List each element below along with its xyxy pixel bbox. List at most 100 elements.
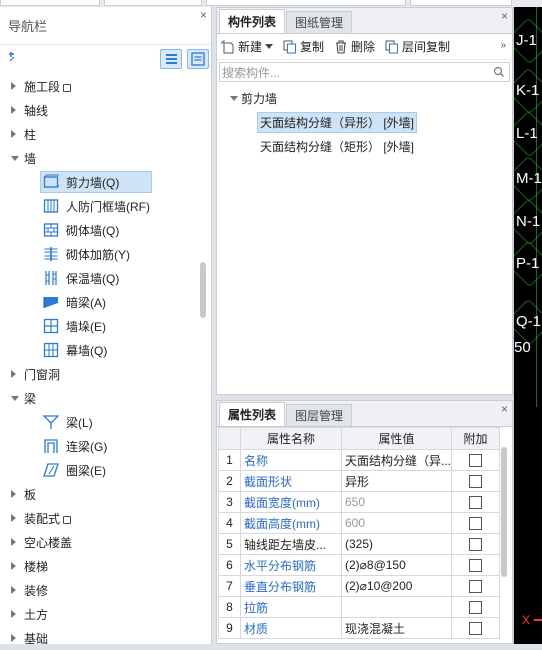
chevron-right-icon[interactable] [11, 562, 16, 570]
drawing-canvas[interactable]: J-1 K-1 L-1 M-1 N-1 P-1 Q-1 50 X [514, 7, 542, 644]
nav-item-hollow-floor[interactable]: 空心楼盖 [0, 530, 200, 554]
tree-group-shear-wall[interactable]: 剪力墙 [217, 86, 512, 110]
table-row[interactable]: 3 截面宽度(mm) 650 [218, 491, 500, 513]
lock-icon [63, 83, 72, 92]
nav-close-icon[interactable]: × [200, 8, 207, 22]
nav-item-wall-pier[interactable]: 墙垛(E) [0, 314, 200, 338]
chevron-down-icon[interactable] [230, 96, 238, 101]
component-tabs: 构件列表 图纸管理 × [217, 8, 512, 34]
search-icon[interactable] [493, 66, 505, 78]
chevron-right-icon[interactable] [11, 634, 16, 642]
nav-item-beam-l[interactable]: 梁(L) [0, 410, 200, 434]
masonry-rebar-icon [44, 247, 58, 261]
chevron-right-icon[interactable] [11, 538, 16, 546]
property-value[interactable]: 现浇混凝土 [341, 617, 452, 639]
nav-item-ring-beam[interactable]: 圈梁(E) [0, 458, 200, 482]
nav-item-masonry-wall[interactable]: 砌体墙(Q) [0, 218, 200, 242]
beam-icon [43, 415, 59, 429]
detail-view-button[interactable] [187, 49, 209, 69]
table-row[interactable]: 5 轴线距左墙皮... (325) [218, 533, 500, 555]
nav-item-doors-windows[interactable]: 门窗洞 [0, 362, 200, 386]
chevron-right-icon[interactable] [11, 610, 16, 618]
new-button[interactable]: 新建 [221, 38, 274, 55]
table-row[interactable]: 2 截面形状 异形 [218, 470, 500, 492]
property-value[interactable]: 异形 [341, 470, 452, 492]
nav-item-shear-wall[interactable]: 剪力墙(Q) [0, 170, 200, 194]
property-value[interactable]: 650 [341, 491, 452, 513]
chevron-down-icon[interactable] [11, 396, 19, 401]
extra-checkbox[interactable] [469, 559, 482, 573]
nav-item-masonry-reinforcement[interactable]: 砌体加筋(Y) [0, 242, 200, 266]
top-strip [0, 0, 542, 7]
nav-item-prefabricated[interactable]: 装配式 [0, 506, 200, 530]
axis-label: Q-1 [514, 298, 542, 346]
nav-item-insulation-wall[interactable]: 保温墙(Q) [0, 266, 200, 290]
nav-item-slab[interactable]: 板 [0, 482, 200, 506]
extra-checkbox[interactable] [469, 517, 482, 531]
tab-drawing-management[interactable]: 图纸管理 [286, 11, 353, 33]
nav-item-earthwork[interactable]: 土方 [0, 602, 200, 626]
floor-copy-icon [385, 40, 399, 53]
copy-button[interactable]: 复制 [283, 38, 324, 55]
component-panel-close-icon[interactable]: × [501, 9, 508, 23]
extra-checkbox[interactable] [469, 496, 482, 510]
chevron-right-icon[interactable] [11, 586, 16, 594]
table-row[interactable]: 6 水平分布钢筋 (2)⌀8@150 [218, 554, 500, 576]
table-row[interactable]: 9 材质 现浇混凝土 [218, 617, 500, 639]
nav-item-decoration[interactable]: 装修 [0, 578, 200, 602]
extra-checkbox[interactable] [469, 601, 482, 615]
table-row[interactable]: 8 拉筋 [218, 596, 500, 618]
tab-property-list[interactable]: 属性列表 [219, 402, 286, 426]
nav-item-wall[interactable]: 墙 [0, 146, 200, 170]
chevron-right-icon[interactable] [11, 130, 16, 138]
hidden-beam-icon [43, 297, 58, 308]
nav-item-stairs[interactable]: 楼梯 [0, 554, 200, 578]
delete-button[interactable]: 删除 [334, 38, 375, 55]
floor-copy-button[interactable]: 层间复制 [385, 38, 450, 55]
nav-item-column[interactable]: 柱 [0, 122, 200, 146]
new-icon [221, 39, 234, 53]
chevron-right-icon[interactable] [11, 370, 16, 378]
component-item[interactable]: 天面结构分缝（矩形） [外墙] [217, 134, 512, 158]
property-value[interactable]: (2)⌀10@200 [341, 575, 452, 597]
chevron-down-icon[interactable] [11, 156, 19, 161]
dropdown-arrow-icon[interactable] [265, 43, 274, 50]
component-search-input[interactable]: 搜索构件... [219, 62, 510, 82]
toolbar-more-icon[interactable]: » [500, 40, 506, 51]
nav-item-axis[interactable]: 轴线 [0, 98, 200, 122]
chevron-right-icon[interactable] [11, 106, 16, 114]
nav-item-curtain-wall[interactable]: 幕墙(Q) [0, 338, 200, 362]
nav-item-hidden-beam[interactable]: 暗梁(A) [0, 290, 200, 314]
extra-checkbox[interactable] [469, 580, 482, 594]
nav-item-construction-section[interactable]: 施工段 [0, 74, 200, 98]
nav-item-civil-defense-door-wall[interactable]: 人防门框墙(RF) [0, 194, 200, 218]
chevron-right-icon[interactable] [11, 82, 16, 90]
property-value[interactable] [341, 596, 452, 618]
extra-checkbox[interactable] [469, 538, 482, 552]
nav-scrollbar[interactable] [200, 262, 206, 318]
insulation-wall-icon [45, 271, 57, 285]
table-row[interactable]: 4 截面高度(mm) 600 [218, 512, 500, 534]
property-scrollbar[interactable] [501, 447, 507, 577]
expand-all-icon[interactable] [8, 51, 20, 66]
nav-item-foundation[interactable]: 基础 [0, 626, 200, 650]
tab-component-list[interactable]: 构件列表 [219, 9, 286, 33]
nav-item-beam[interactable]: 梁 [0, 386, 200, 410]
extra-checkbox[interactable] [469, 622, 482, 636]
table-row[interactable]: 1 名称 天面结构分缝（异... [218, 449, 500, 471]
list-view-button[interactable] [160, 49, 182, 69]
tab-layer-management[interactable]: 图层管理 [286, 404, 353, 426]
nav-item-coupling-beam[interactable]: 连梁(G) [0, 434, 200, 458]
chevron-right-icon[interactable] [11, 490, 16, 498]
nav-title: 导航栏 [8, 19, 48, 34]
property-value[interactable]: (325) [341, 533, 452, 555]
extra-checkbox[interactable] [469, 475, 482, 489]
property-value[interactable]: 天面结构分缝（异... [341, 449, 452, 471]
property-value[interactable]: 600 [341, 512, 452, 534]
property-value[interactable]: (2)⌀8@150 [341, 554, 452, 576]
extra-checkbox[interactable] [469, 454, 482, 468]
property-panel-close-icon[interactable]: × [501, 402, 508, 416]
table-row[interactable]: 7 垂直分布钢筋 (2)⌀10@200 [218, 575, 500, 597]
chevron-right-icon[interactable] [11, 514, 16, 522]
component-item[interactable]: 天面结构分缝（异形） [外墙] [217, 110, 512, 134]
